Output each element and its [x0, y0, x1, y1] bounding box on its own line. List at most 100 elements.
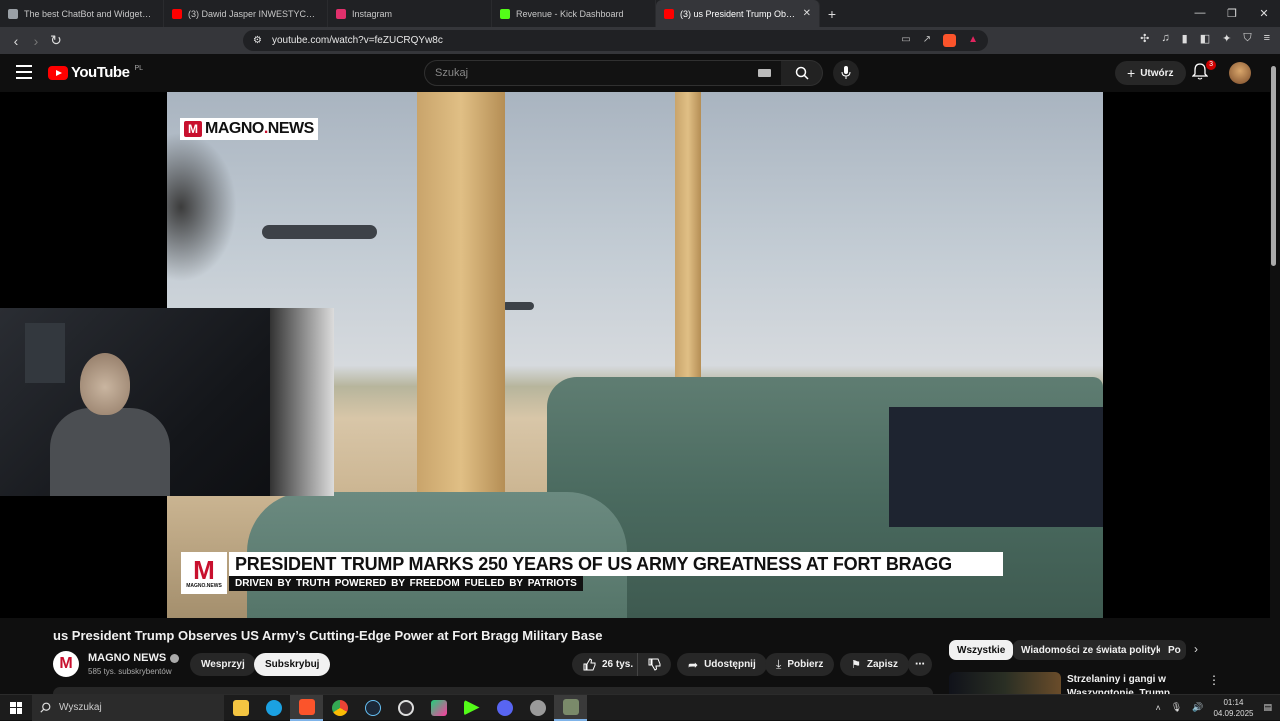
voice-search-button[interactable]	[833, 60, 859, 86]
youtube-play-icon	[48, 65, 68, 80]
windows-logo-icon	[10, 701, 22, 714]
lower-third-subtitle: DRIVEN BY TRUTH POWERED BY FREEDOM FUELE…	[229, 576, 583, 591]
app-icon[interactable]	[554, 694, 587, 721]
menu-icon[interactable]: ≡	[1264, 32, 1270, 45]
forward-button[interactable]: ›	[26, 33, 46, 49]
account-avatar[interactable]	[1229, 62, 1251, 84]
channel-avatar[interactable]: M	[53, 651, 79, 677]
minimize-button[interactable]: —	[1184, 7, 1216, 20]
file-explorer-icon[interactable]	[224, 695, 257, 721]
browser-extensions: ✣ ♫ ▮ ◧ ✦ ⛉ ≡	[1140, 32, 1270, 45]
restore-button[interactable]: ❐	[1216, 7, 1248, 20]
thumbs-up-icon	[583, 658, 596, 671]
thumbs-down-icon	[648, 658, 661, 671]
brave-icon[interactable]	[290, 694, 323, 721]
close-tab-icon[interactable]: ✕	[803, 8, 811, 19]
recommendation-title[interactable]: Strzelaniny i gangi w Waszyngtonie. Trum…	[1067, 673, 1177, 694]
helicopter-image	[502, 302, 534, 310]
wooden-post	[675, 92, 701, 392]
recommendation-menu-icon[interactable]: ⋮	[1208, 673, 1220, 687]
microphone-tray-icon[interactable]: 🎙	[1171, 702, 1182, 713]
browser-toolbar: ‹ › ↻ ⚙ youtube.com/watch?v=feZUCRQYw8c …	[0, 27, 1280, 54]
tab-dawid-jasper[interactable]: (3) Dawid Jasper INWESTYCJA W BIT	[164, 0, 328, 27]
download-icon: ⤓	[776, 657, 782, 671]
search-button[interactable]	[781, 60, 823, 86]
description-box[interactable]	[53, 687, 933, 694]
address-bar[interactable]: ⚙ youtube.com/watch?v=feZUCRQYw8c ▭ ↗ ▲	[243, 30, 988, 51]
edge-icon[interactable]	[257, 695, 290, 721]
chip-more[interactable]: Po	[1160, 640, 1186, 660]
notifications-button[interactable]: 3	[1191, 60, 1216, 83]
create-button[interactable]: + Utwórz	[1115, 61, 1186, 85]
dislike-button[interactable]	[637, 653, 671, 676]
vpn-icon[interactable]: ⛉	[1243, 32, 1251, 45]
search-icon	[40, 702, 51, 713]
tab-instagram[interactable]: Instagram	[328, 0, 492, 27]
channel-name[interactable]: MAGNO NEWS	[88, 652, 180, 664]
obs-icon[interactable]	[389, 695, 422, 721]
taskbar-search[interactable]: Wyszukaj	[32, 694, 224, 721]
site-info-icon[interactable]: ⚙	[253, 35, 262, 46]
magno-news-logo: M MAGNO.NEWS	[180, 118, 318, 140]
kick-favicon-icon	[500, 8, 510, 19]
dark-panel	[889, 407, 1103, 527]
share-icon[interactable]: ↗	[923, 34, 931, 47]
media-icon[interactable]: ♫	[1161, 32, 1169, 45]
microphone-icon	[841, 66, 851, 79]
wallet-icon[interactable]: ◧	[1200, 32, 1210, 45]
discord-icon[interactable]	[488, 695, 521, 721]
youtube-header: YouTube PL Szukaj + Utwórz 3	[0, 54, 1280, 92]
streamer-webcam-overlay	[0, 308, 334, 496]
like-button[interactable]: 26 tys.	[572, 653, 648, 676]
keyboard-icon[interactable]	[758, 69, 771, 77]
cast-icon[interactable]: ▭	[901, 34, 910, 47]
save-button[interactable]: ⚑ Zapisz	[840, 653, 909, 676]
chevron-right-icon[interactable]: ›	[1194, 642, 1198, 656]
clock[interactable]: 01:14 04.09.2025	[1213, 697, 1253, 719]
volume-icon[interactable]: 🔊	[1192, 702, 1203, 713]
tab-chatbot[interactable]: The best ChatBot and Widgets for Ki	[0, 0, 164, 27]
youtube-logo[interactable]: YouTube PL	[48, 64, 143, 81]
url-text: youtube.com/watch?v=feZUCRQYw8c	[271, 35, 443, 46]
sidebar-icon[interactable]: ▮	[1182, 32, 1188, 45]
video-title: us President Trump Observes US Army’s Cu…	[53, 628, 603, 643]
page-scrollbar[interactable]	[1271, 66, 1276, 266]
streamer	[50, 348, 170, 496]
back-button[interactable]: ‹	[6, 33, 26, 49]
tab-youtube-video[interactable]: (3) us President Trump Obser ✕	[656, 0, 820, 27]
brave-rewards-icon[interactable]: ▲	[968, 34, 978, 47]
extensions-icon[interactable]: ✣	[1140, 32, 1149, 45]
video-player[interactable]: M MAGNO.NEWS M MAGNO.NEWS PRESIDENT TRUM…	[0, 92, 1270, 618]
magno-badge: M MAGNO.NEWS	[181, 552, 227, 594]
app-icon[interactable]	[521, 695, 554, 721]
share-button[interactable]: ➦ Udostępnij	[677, 653, 767, 676]
join-button[interactable]: Wesprzyj	[190, 653, 256, 676]
verified-icon	[170, 653, 180, 663]
lower-third-title: PRESIDENT TRUMP MARKS 250 YEARS OF US AR…	[229, 552, 1003, 576]
more-actions-button[interactable]: ⋯	[908, 653, 932, 676]
new-tab-button[interactable]: +	[820, 6, 844, 22]
youtube-favicon-icon	[172, 8, 182, 19]
subscribe-button[interactable]: Subskrybuj	[254, 653, 331, 676]
steam-icon[interactable]	[356, 695, 389, 721]
app-icon[interactable]	[422, 695, 455, 721]
chip-world-politics[interactable]: Wiadomości ze świata polityki	[1013, 640, 1173, 660]
tab-kick-dashboard[interactable]: Revenue - Kick Dashboard	[492, 0, 656, 27]
chrome-icon[interactable]	[323, 695, 356, 721]
leo-icon[interactable]: ✦	[1222, 32, 1231, 45]
search-input[interactable]: Szukaj	[424, 60, 782, 86]
download-button[interactable]: ⤓ Pobierz	[765, 653, 835, 676]
hamburger-menu-icon[interactable]	[16, 65, 32, 79]
search-icon	[795, 66, 809, 80]
close-window-button[interactable]: ✕	[1248, 7, 1280, 20]
play-app-icon[interactable]	[455, 695, 488, 721]
share-arrow-icon: ➦	[688, 657, 699, 672]
notification-center-icon[interactable]: ▤	[1263, 702, 1272, 713]
tray-chevron-icon[interactable]: ˄	[1156, 703, 1161, 713]
chip-all[interactable]: Wszystkie	[949, 640, 1014, 660]
brave-shields-icon[interactable]	[943, 34, 957, 47]
reload-button[interactable]: ↻	[46, 32, 66, 49]
start-button[interactable]	[0, 695, 32, 721]
system-tray: ˄ 🎙 🔊 01:14 04.09.2025 ▤	[1156, 697, 1280, 719]
recommendation-thumbnail[interactable]	[949, 672, 1061, 694]
